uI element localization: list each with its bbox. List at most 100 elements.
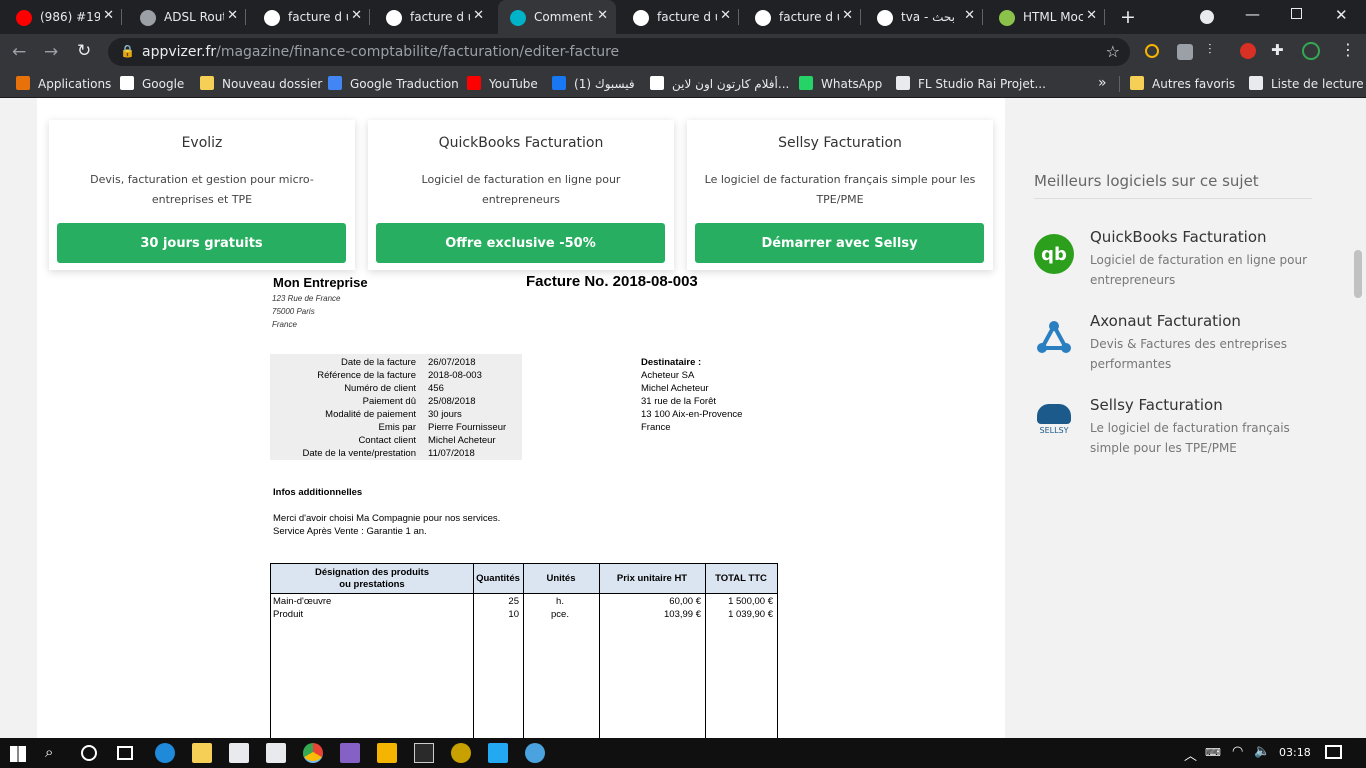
tab-close-icon[interactable]: ✕	[720, 8, 731, 23]
pen-app-icon[interactable]	[377, 743, 397, 763]
forward-icon[interactable]: →	[44, 42, 58, 62]
vscode-icon[interactable]	[488, 743, 508, 763]
tab-close-icon[interactable]: ✕	[473, 8, 484, 23]
product-cta-button[interactable]: Offre exclusive -50%	[376, 223, 665, 263]
bookmark-6[interactable]: فيسبوك (1)	[552, 76, 635, 91]
windows-taskbar: ⌕ ︿ ⌨ ◠ 🔈 03:18	[0, 738, 1366, 768]
windows-start-icon[interactable]	[10, 746, 26, 762]
product-cta-button[interactable]: Démarrer avec Sellsy	[695, 223, 984, 263]
new-tab-icon[interactable]: +	[1120, 6, 1136, 28]
tab-8[interactable]: tva - بحث ✕	[865, 0, 983, 34]
sidebar-product-1[interactable]: qb QuickBooks Facturation Logiciel de fact…	[1034, 228, 1334, 298]
invoice-table-cell: Produit	[273, 609, 304, 620]
keyboard-icon[interactable]: ⌨	[1205, 746, 1221, 759]
game-launcher-icon[interactable]	[451, 743, 471, 763]
product-name: Evoliz	[181, 135, 223, 151]
invoice-table-header: Prix unitaire HT	[616, 573, 688, 584]
bookmark-3[interactable]: Nouveau dossier	[200, 76, 322, 91]
tab-close-icon[interactable]: ✕	[964, 8, 975, 23]
edge-icon[interactable]	[155, 743, 175, 763]
invoice-table-cell: h.	[556, 596, 564, 607]
address-bar[interactable]: 🔒 appvizer.fr/magazine/finance-comptabil…	[108, 38, 1130, 66]
tab-close-icon[interactable]: ✕	[1086, 8, 1097, 23]
folder-icon	[1130, 76, 1144, 90]
extensions-puzzle-icon[interactable]: ✚	[1271, 41, 1284, 59]
store-icon[interactable]	[266, 743, 286, 763]
scrollbar-thumb[interactable]	[1354, 250, 1362, 298]
bookmark-10[interactable]: Autres favoris	[1130, 76, 1235, 91]
bookmark-9[interactable]: FL Studio Rai Projet...	[896, 76, 1046, 91]
epic-games-icon[interactable]	[414, 743, 434, 763]
tab-separator	[860, 9, 861, 25]
file-explorer-icon[interactable]	[192, 743, 212, 763]
bookmark-2[interactable]: Google	[120, 76, 184, 91]
equalizer-icon[interactable]: ⫶	[1208, 42, 1212, 58]
sidebar-product-2[interactable]: Axonaut Facturation Devis & Factures des …	[1034, 312, 1334, 382]
visual-studio-icon[interactable]	[340, 743, 360, 763]
tab-4[interactable]: facture d u ✕	[374, 0, 492, 34]
axonaut-logo	[1034, 318, 1074, 358]
vertical-scrollbar[interactable]	[1350, 98, 1366, 738]
volume-icon[interactable]: 🔈	[1254, 744, 1270, 759]
mail-icon[interactable]	[229, 743, 249, 763]
bookmarks-divider	[1119, 76, 1120, 92]
tab-separator	[369, 9, 370, 25]
bookmark-1[interactable]: Applications	[16, 76, 111, 91]
bookmark-star-icon[interactable]: ☆	[1106, 42, 1120, 61]
clock[interactable]: 03:18	[1279, 746, 1311, 759]
sidebar-product-3[interactable]: SELLSY Sellsy Facturation Le logiciel de f…	[1034, 396, 1334, 466]
tab-close-icon[interactable]: ✕	[842, 8, 853, 23]
bookmark-label: Nouveau dossier	[222, 77, 323, 91]
bookmark-4[interactable]: Google Traduction	[328, 76, 459, 91]
tab-close-icon[interactable]: ✕	[351, 8, 362, 23]
tab-7[interactable]: facture d u ✕	[743, 0, 861, 34]
invoice-table-header: Unités	[546, 573, 576, 584]
bookmarks-overflow-icon[interactable]: »	[1098, 75, 1107, 91]
stop-extension-icon[interactable]	[1240, 43, 1256, 59]
close-window-icon[interactable]: ✕	[1335, 6, 1348, 24]
tab-5[interactable]: Comment ✕	[498, 0, 616, 34]
bookmark-11[interactable]: Liste de lecture	[1249, 76, 1364, 91]
tab-6[interactable]: facture d u ✕	[621, 0, 739, 34]
invoice-destinataire-line: 13 100 Aix-en-Provence	[641, 409, 743, 420]
tab-2[interactable]: ADSL Rout ✕	[128, 0, 246, 34]
reload-icon[interactable]: ↻	[77, 41, 91, 61]
chrome-icon[interactable]	[303, 743, 323, 763]
bookmark-label: أفلام كارتون اون لاين...	[672, 77, 790, 91]
extension-icon[interactable]	[1177, 44, 1193, 60]
invoice-meta-value: 456	[428, 383, 444, 394]
tab-search-icon[interactable]	[1200, 10, 1214, 24]
tab-1[interactable]: (986) #193✕	[4, 0, 122, 34]
profile-avatar-icon[interactable]	[1302, 42, 1320, 60]
task-view-icon[interactable]	[117, 746, 133, 760]
app-icon[interactable]	[525, 743, 545, 763]
menu-dots-icon[interactable]: ⋮	[1340, 40, 1356, 59]
sidebar-product-name: Axonaut Facturation	[1090, 312, 1241, 330]
invoice-meta-value: 2018-08-003	[428, 370, 482, 381]
sellsy-cloud-icon	[1037, 404, 1071, 424]
tray-up-arrow-icon[interactable]: ︿	[1184, 745, 1197, 764]
notification-icon[interactable]	[1325, 745, 1342, 759]
bookmark-8[interactable]: WhatsApp	[799, 76, 882, 91]
search-icon[interactable]: ⌕	[45, 743, 53, 761]
google-icon	[877, 10, 893, 26]
cortana-icon[interactable]	[81, 745, 97, 761]
lock-icon[interactable]: 🔒	[120, 44, 135, 58]
tab-close-icon[interactable]: ✕	[103, 8, 114, 23]
tab-9[interactable]: HTML Moc ✕	[987, 0, 1105, 34]
extension-icon[interactable]	[1145, 44, 1159, 58]
restore-icon[interactable]	[1291, 8, 1302, 19]
tab-close-icon[interactable]: ✕	[227, 8, 238, 23]
tab-close-icon[interactable]: ✕	[597, 8, 608, 23]
globe-icon	[140, 10, 156, 26]
product-cta-button[interactable]: 30 jours gratuits	[57, 223, 346, 263]
bookmark-7[interactable]: أفلام كارتون اون لاين...	[650, 76, 789, 91]
back-icon[interactable]: ←	[12, 42, 26, 62]
invoice-table: Désignation des produits ou prestations Q…	[270, 563, 778, 738]
tab-3[interactable]: facture d u ✕	[252, 0, 370, 34]
minimize-icon[interactable]: —	[1245, 5, 1260, 23]
invoice-destinataire-line: Michel Acheteur	[641, 383, 709, 394]
wifi-icon[interactable]: ◠	[1232, 744, 1243, 759]
invoice-table-cell: 103,99 €	[664, 609, 701, 620]
bookmark-5[interactable]: YouTube	[467, 76, 538, 91]
